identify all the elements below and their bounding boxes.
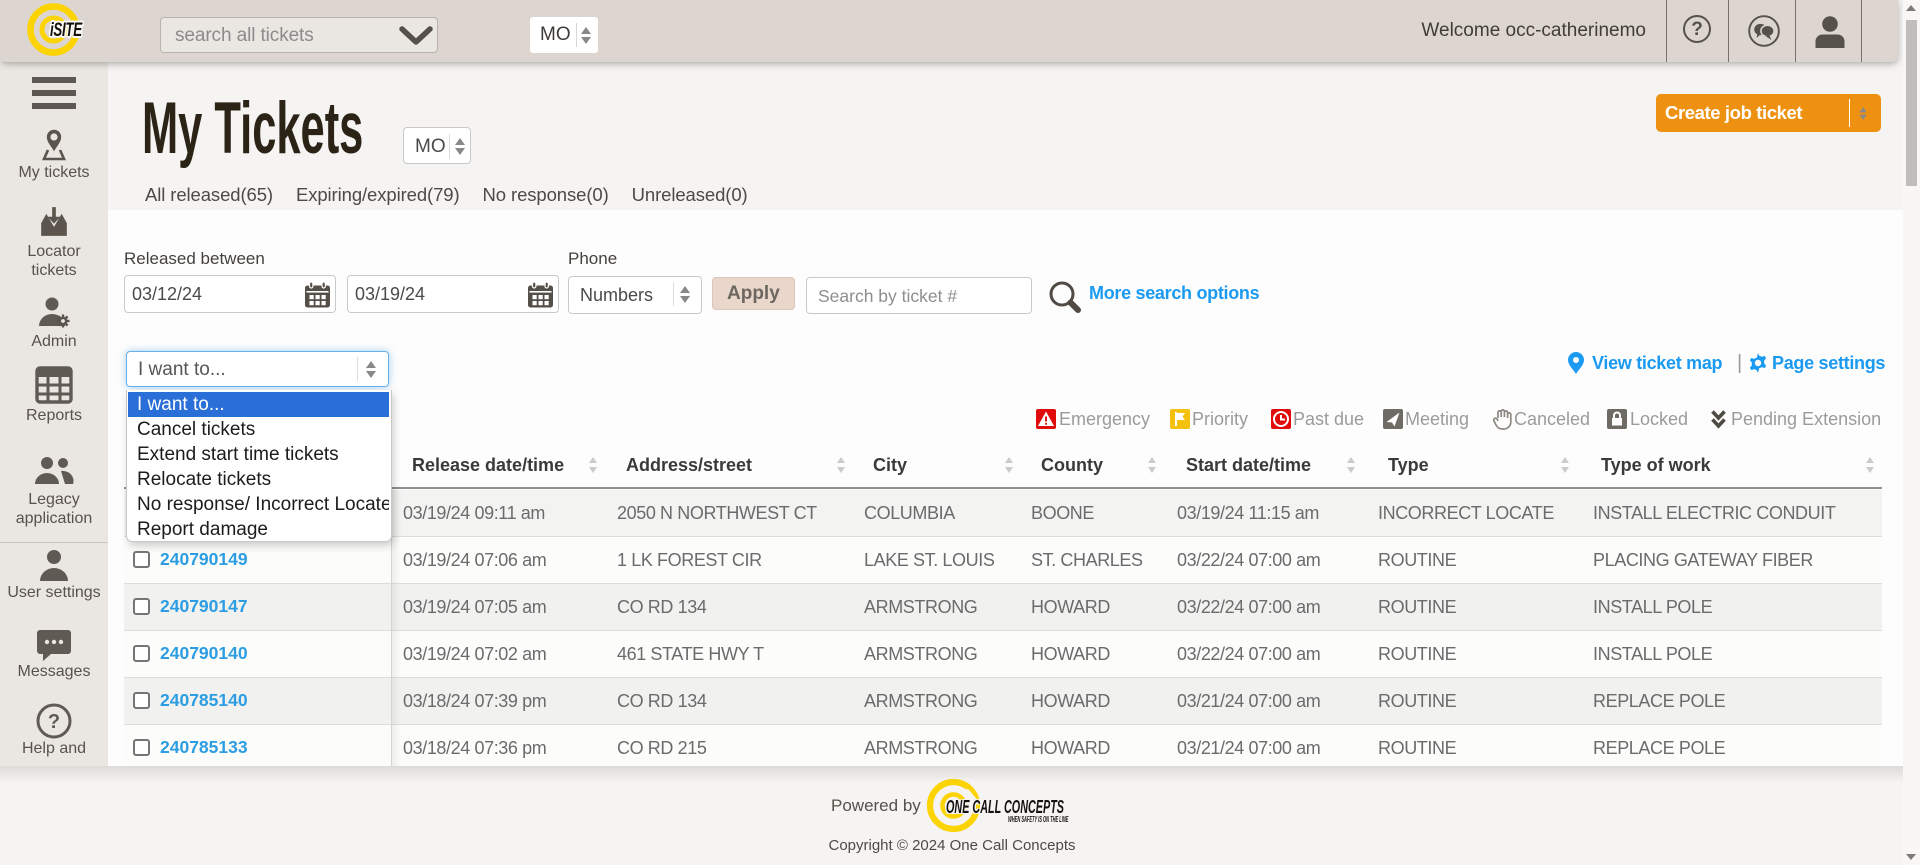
svg-text:?: ? [48, 711, 60, 733]
